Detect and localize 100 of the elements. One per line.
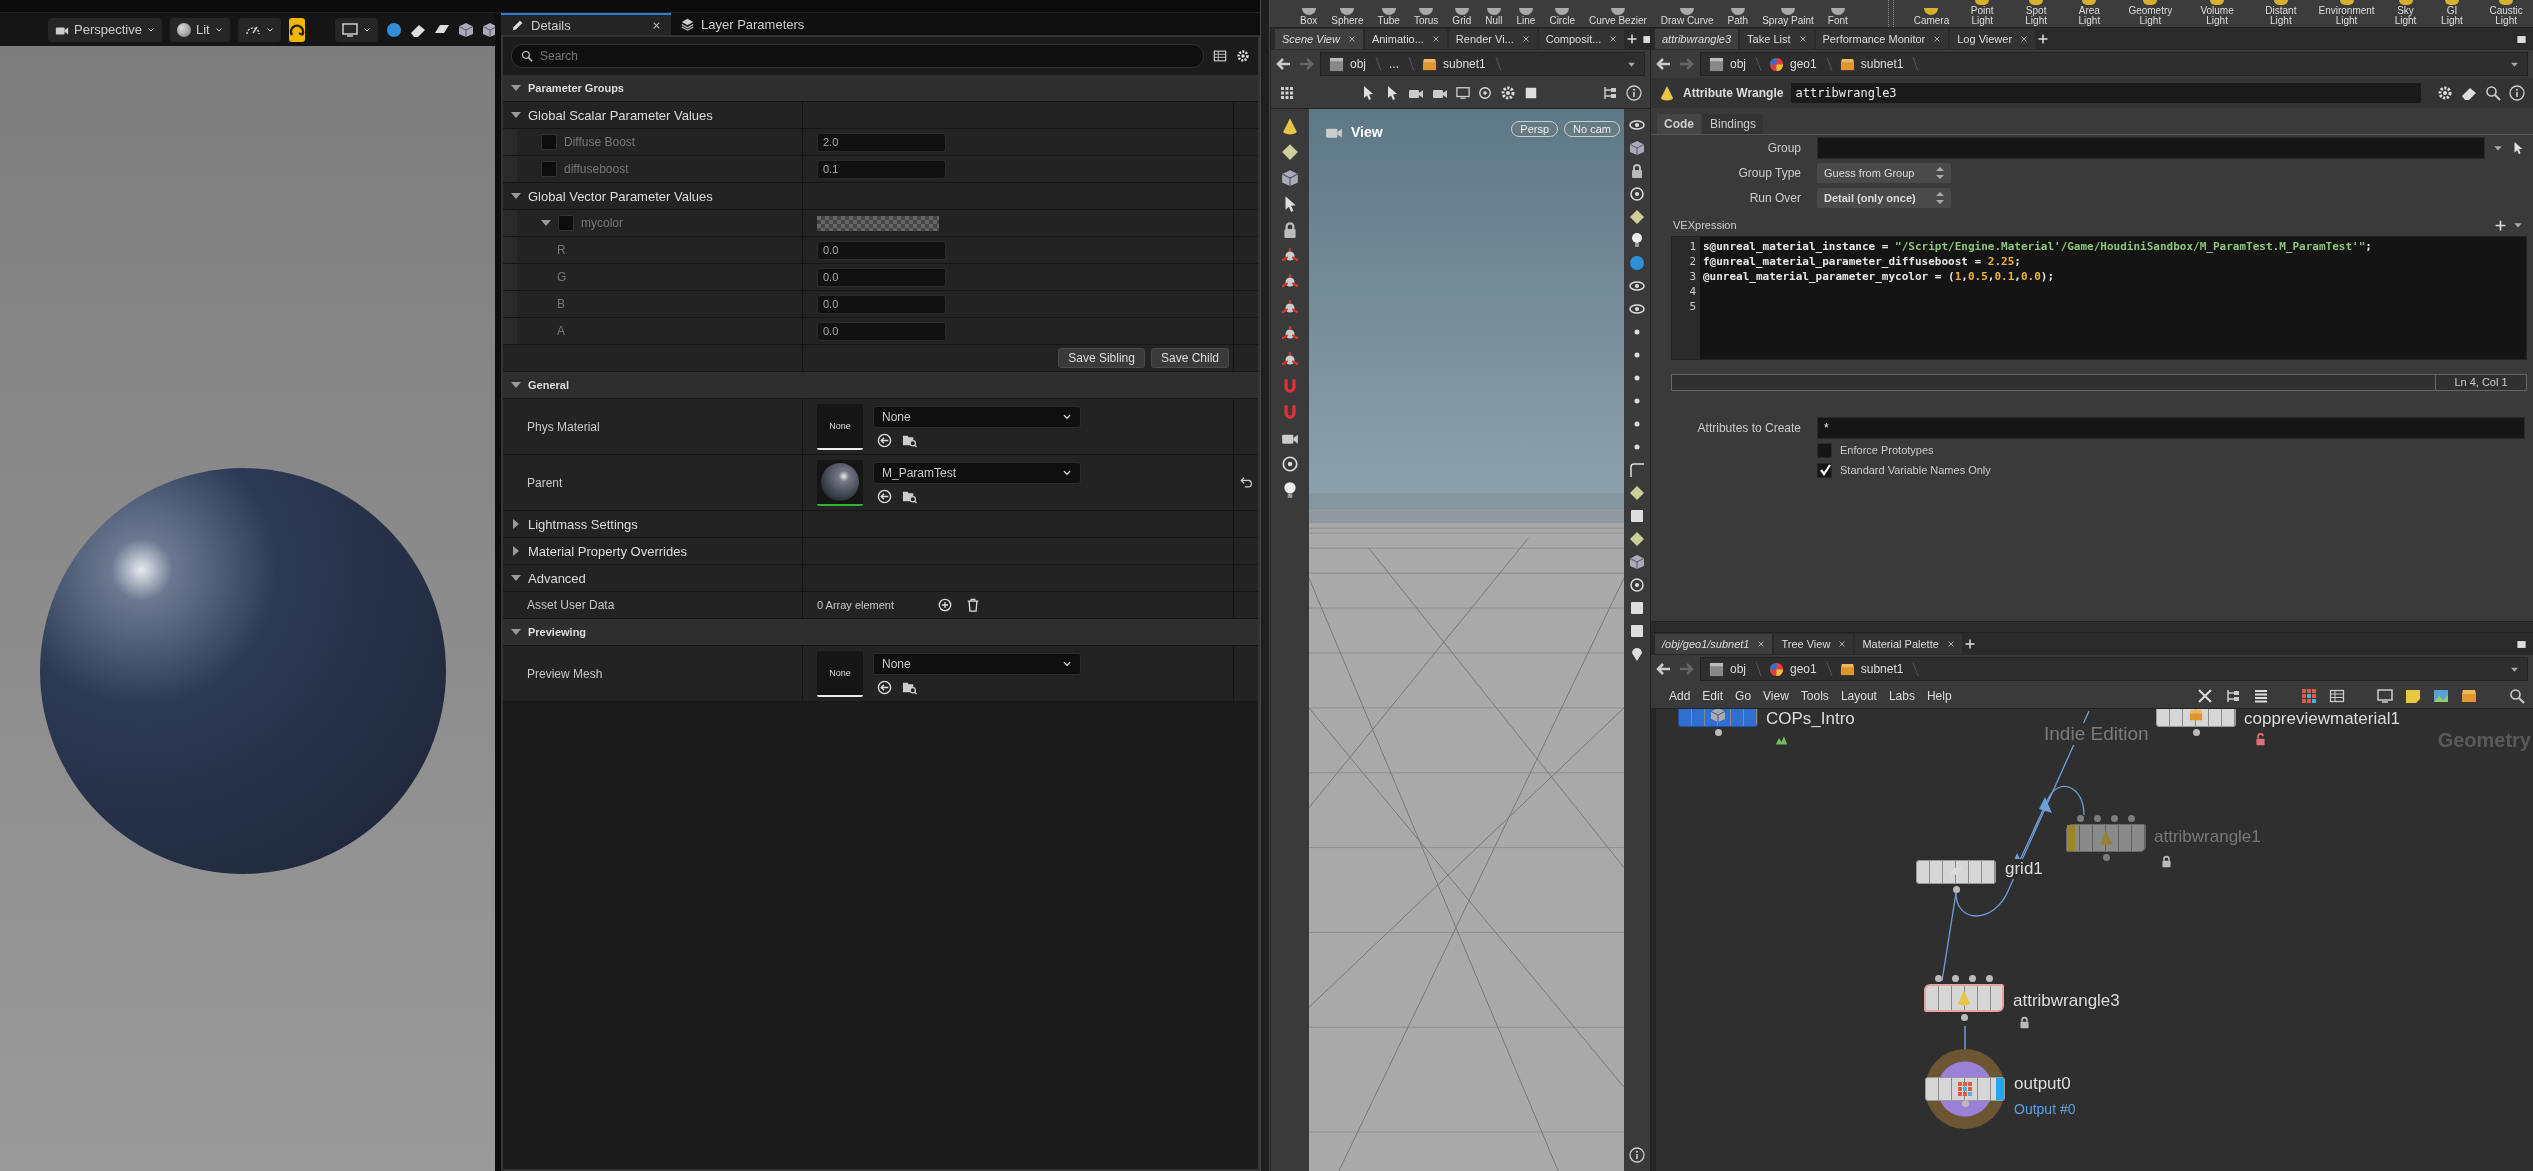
input-connector[interactable] bbox=[2077, 815, 2084, 822]
close-icon[interactable] bbox=[1798, 35, 1807, 43]
asset-dropdown[interactable]: None bbox=[873, 405, 1081, 428]
diamond-icon[interactable] bbox=[1629, 209, 1645, 225]
path-segment[interactable]: subnet1 bbox=[1860, 57, 1904, 71]
checkbox[interactable] bbox=[1817, 442, 1832, 458]
viewport-dropdown[interactable]: Lit bbox=[169, 17, 230, 42]
corner-icon[interactable] bbox=[1629, 462, 1645, 478]
parameter-tab[interactable]: Code bbox=[1657, 114, 1701, 134]
cube-icon[interactable] bbox=[1281, 169, 1299, 187]
shelf-tool[interactable]: Caustic Light bbox=[2479, 0, 2533, 27]
menu-item[interactable]: Go bbox=[1735, 688, 1752, 703]
search-icon[interactable] bbox=[2485, 85, 2501, 101]
diamond-icon[interactable] bbox=[1629, 531, 1645, 547]
shelf-tool[interactable]: Circle bbox=[1549, 0, 1575, 27]
tree-icon[interactable] bbox=[1602, 85, 1618, 101]
menu-item[interactable]: Tools bbox=[1800, 688, 1829, 703]
magnet-icon[interactable] bbox=[1281, 403, 1299, 421]
close-icon[interactable] bbox=[2020, 35, 2029, 43]
lines-icon[interactable] bbox=[2253, 687, 2269, 704]
shelf-tool[interactable]: Distant Light bbox=[2255, 0, 2307, 27]
gear-icon[interactable] bbox=[1236, 49, 1250, 63]
grid-icon[interactable] bbox=[1279, 85, 1295, 101]
cube-icon[interactable] bbox=[457, 21, 474, 38]
bulb-icon[interactable] bbox=[1281, 481, 1299, 499]
plus-icon[interactable] bbox=[1963, 638, 1976, 650]
pane-tab[interactable]: attribwrangle3 bbox=[1655, 29, 1739, 49]
menu-item[interactable]: Labs bbox=[1888, 688, 1915, 703]
pane-tab[interactable]: Log Viewer bbox=[1950, 29, 2036, 49]
category-header[interactable]: General bbox=[503, 372, 1258, 399]
cube-icon[interactable] bbox=[1629, 554, 1645, 570]
close-icon[interactable] bbox=[1347, 35, 1356, 43]
realtime-toggle[interactable] bbox=[288, 17, 305, 42]
checkbox[interactable] bbox=[558, 215, 574, 231]
output-connector[interactable] bbox=[1960, 1014, 1968, 1021]
plus-icon[interactable] bbox=[1626, 33, 1639, 45]
close-icon[interactable] bbox=[1431, 35, 1440, 43]
eye-icon[interactable] bbox=[1629, 117, 1645, 133]
tree-icon[interactable] bbox=[2225, 687, 2241, 704]
table-icon[interactable] bbox=[1213, 49, 1227, 63]
info-icon[interactable] bbox=[2509, 85, 2525, 101]
path-segment[interactable]: ... bbox=[1389, 57, 1400, 71]
square-icon[interactable] bbox=[1629, 623, 1645, 639]
back-circle-icon[interactable] bbox=[877, 679, 892, 695]
asset-thumbnail[interactable]: None bbox=[817, 403, 863, 450]
table-icon[interactable] bbox=[2329, 687, 2345, 704]
shelf-tool[interactable]: Tube bbox=[1377, 0, 1400, 27]
number-field[interactable]: 0.0 bbox=[817, 240, 946, 260]
output-connector[interactable] bbox=[1714, 729, 1722, 736]
output-connector[interactable] bbox=[1952, 886, 1960, 893]
group-field[interactable] bbox=[1817, 136, 2485, 159]
maximize-icon[interactable] bbox=[2516, 33, 2527, 45]
input-connector[interactable] bbox=[2094, 815, 2101, 822]
input-connector[interactable] bbox=[1986, 975, 1993, 982]
output-connector[interactable] bbox=[2192, 729, 2200, 736]
eye-icon[interactable] bbox=[1629, 278, 1645, 294]
sphere-icon[interactable] bbox=[1629, 255, 1645, 271]
input-connector[interactable] bbox=[2111, 815, 2118, 822]
input-connector[interactable] bbox=[2128, 815, 2135, 822]
text-field[interactable]: * bbox=[1817, 416, 2525, 439]
menu-item[interactable]: Layout bbox=[1840, 688, 1877, 703]
shelf-tool[interactable]: Environment Light bbox=[2317, 0, 2376, 27]
network-node[interactable] bbox=[2156, 709, 2236, 727]
shelf-tool[interactable]: Spray Paint bbox=[1762, 0, 1814, 27]
color-swatch[interactable] bbox=[817, 215, 939, 231]
path-segment[interactable]: subnet1 bbox=[1860, 662, 1904, 676]
palette-icon[interactable] bbox=[2301, 687, 2317, 704]
gear-icon[interactable] bbox=[1499, 85, 1516, 101]
shelf-tool[interactable]: Point Light bbox=[1960, 0, 2005, 27]
close-icon[interactable] bbox=[1609, 35, 1618, 43]
shelf-tool[interactable]: Null bbox=[1485, 0, 1503, 27]
menu-field[interactable]: Detail (only once) bbox=[1817, 187, 1951, 208]
diamond-icon[interactable] bbox=[1629, 485, 1645, 501]
shelf-tool[interactable]: Area Light bbox=[2068, 0, 2111, 27]
info-icon[interactable] bbox=[1629, 1147, 1645, 1163]
search-icon[interactable] bbox=[2509, 687, 2525, 704]
note-icon[interactable] bbox=[2405, 687, 2421, 704]
path-segment[interactable]: subnet1 bbox=[1443, 57, 1486, 71]
shelf-tool[interactable]: Sky Light bbox=[2386, 0, 2425, 27]
viewport-dropdown[interactable]: Perspective bbox=[48, 17, 162, 42]
camera-menu[interactable]: Persp bbox=[1511, 121, 1559, 137]
shelf-tool[interactable]: Torus bbox=[1413, 0, 1439, 27]
category-header[interactable]: Parameter Groups bbox=[503, 75, 1258, 102]
plus-icon[interactable] bbox=[2494, 218, 2507, 232]
checkbox[interactable] bbox=[1817, 462, 1832, 478]
menu-field[interactable]: Guess from Group bbox=[1817, 162, 1951, 183]
panel-tab[interactable]: Details bbox=[501, 13, 671, 35]
path-bar[interactable]: obj geo1 subnet1 bbox=[1700, 52, 2528, 76]
network-node[interactable] bbox=[1916, 860, 1996, 884]
network-node[interactable] bbox=[1678, 709, 1758, 727]
eraser-icon[interactable] bbox=[2461, 85, 2477, 101]
cone-icon[interactable] bbox=[1281, 117, 1299, 135]
node-name-field[interactable]: attribwrangle3 bbox=[1791, 83, 2421, 103]
plus-icon[interactable] bbox=[2037, 33, 2050, 45]
wrench-icon[interactable] bbox=[2197, 687, 2213, 704]
cube-icon[interactable] bbox=[1629, 140, 1645, 156]
eye-icon[interactable] bbox=[1629, 301, 1645, 317]
path-segment[interactable]: obj bbox=[1350, 57, 1366, 71]
pane-tab[interactable]: Tree View bbox=[1774, 634, 1854, 654]
checkbox[interactable] bbox=[541, 161, 557, 177]
